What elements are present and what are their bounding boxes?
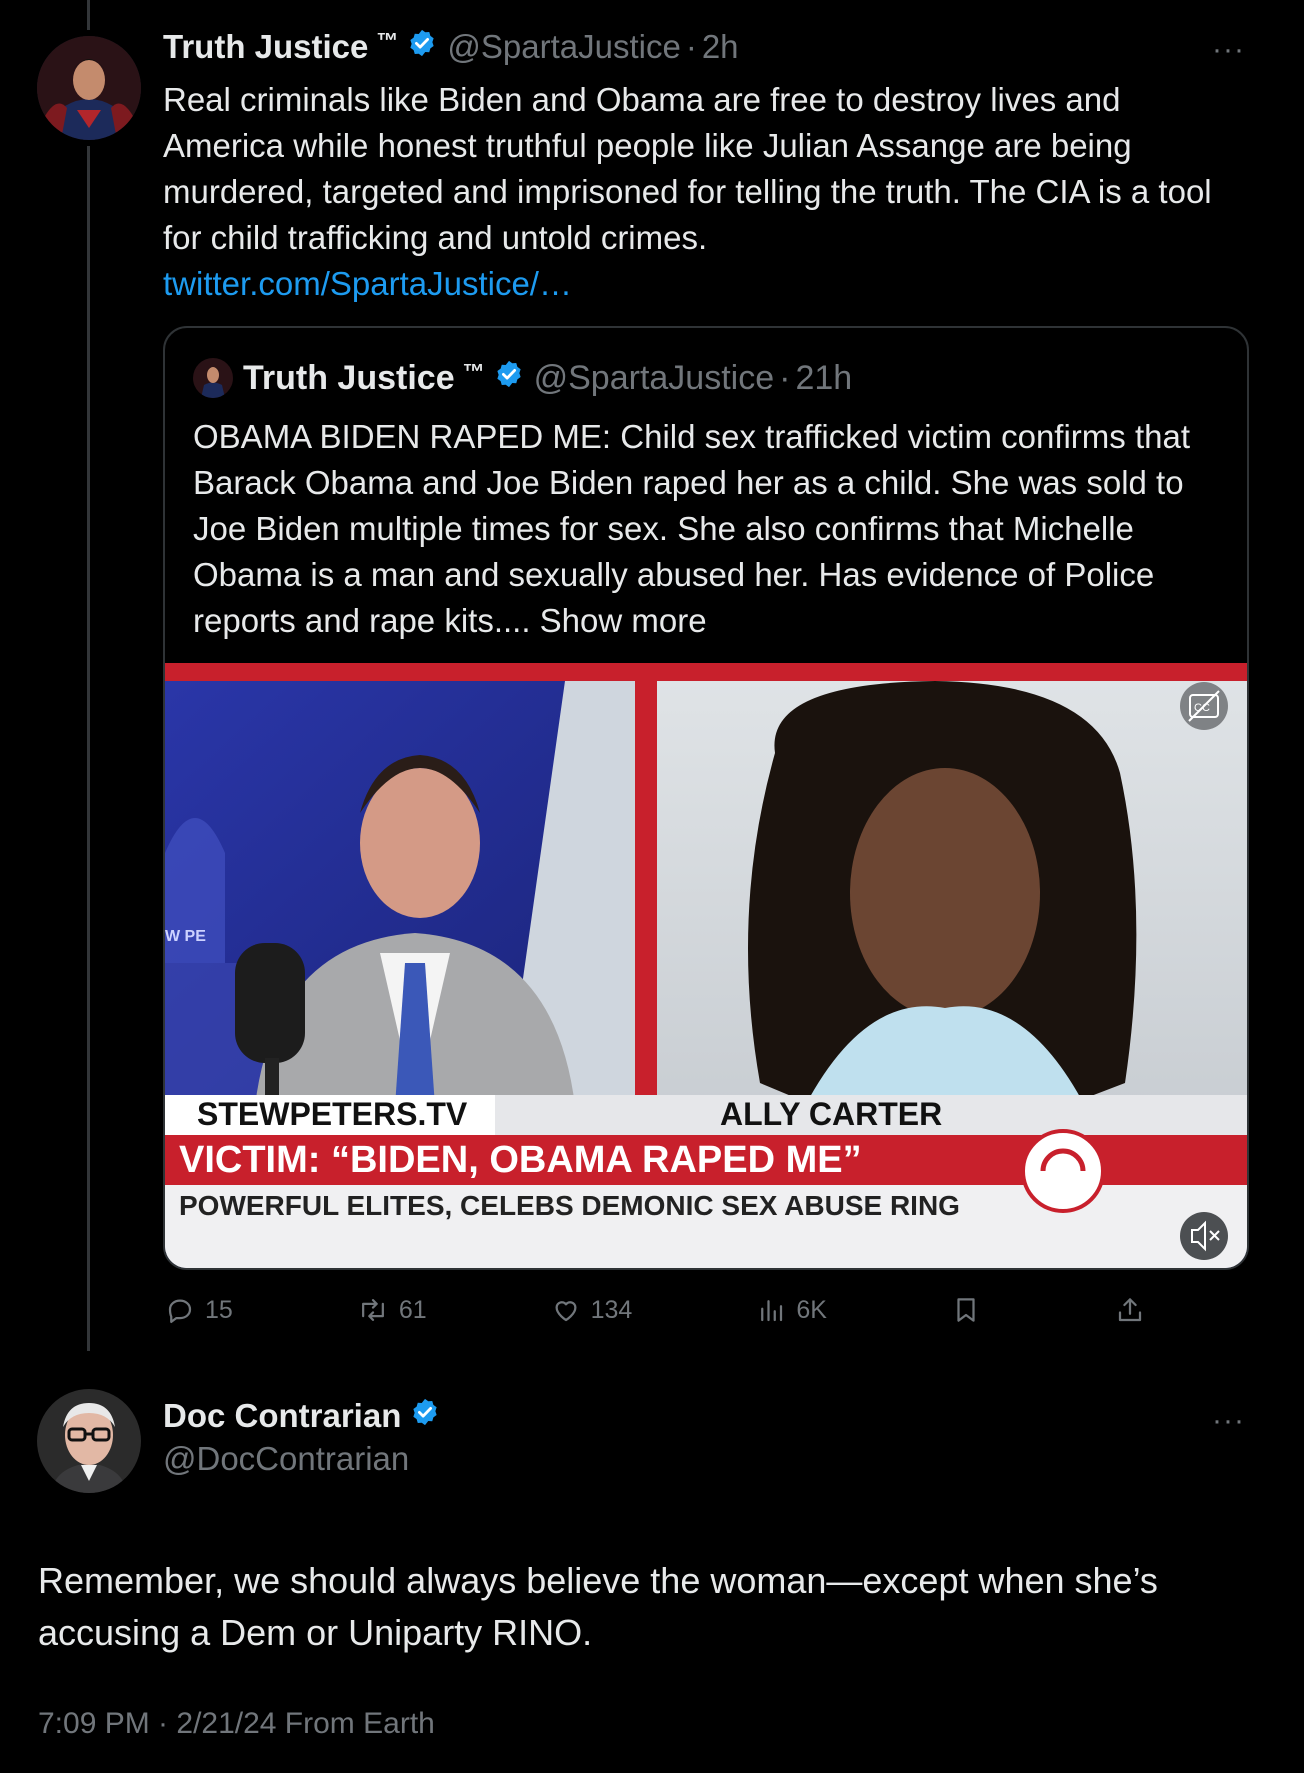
thread-connector: [87, 146, 90, 1351]
heart-icon: [555, 1301, 577, 1322]
guest-name-lower-third: ALLY CARTER: [720, 1096, 942, 1132]
reply-button[interactable]: 15: [165, 1295, 233, 1325]
muted-speaker-icon[interactable]: [1180, 1212, 1228, 1260]
thread-connector-top: [87, 0, 90, 30]
tweet-body: Real criminals like Biden and Obama are …: [163, 81, 1212, 256]
verified-badge-icon: [407, 28, 437, 66]
reply-timestamp[interactable]: 7:09 PM · 2/21/24 From Earth: [38, 1707, 435, 1741]
tweet-time[interactable]: 2h: [702, 28, 739, 66]
reply-text: Remember, we should always believe the w…: [38, 1560, 1158, 1653]
repost-icon: [361, 1299, 384, 1321]
views-button[interactable]: 6K: [756, 1295, 827, 1325]
trademark-symbol: ™: [376, 28, 399, 53]
reply-count: 15: [205, 1295, 233, 1324]
avatar[interactable]: [37, 36, 141, 140]
verified-badge-icon: [494, 359, 524, 398]
separator-dot: ·: [779, 358, 791, 397]
quoted-tweet-time: 21h: [795, 358, 853, 397]
show-more-link[interactable]: Show more: [540, 602, 707, 639]
video-player[interactable]: W PE STEWPETERS.TV ALLY CARTER VICTIM: “…: [165, 663, 1247, 1268]
quoted-avatar: [193, 358, 233, 398]
captions-icon[interactable]: CC: [1180, 682, 1228, 730]
verified-badge-icon: [410, 1397, 440, 1435]
author-handle[interactable]: @SpartaJustice: [447, 28, 680, 66]
ticker-lower-third: POWERFUL ELITES, CELEBS DEMONIC SEX ABUS…: [179, 1190, 960, 1221]
share-upload-icon: [1118, 1298, 1142, 1322]
quoted-tweet-text: OBAMA BIDEN RAPED ME: Child sex traffick…: [193, 414, 1223, 644]
quoted-tweet-card[interactable]: Truth Justice ™ @SpartaJustice · 21h OBA…: [163, 326, 1249, 1270]
more-options-icon[interactable]: ···: [1212, 1406, 1245, 1436]
more-options-icon[interactable]: ···: [1212, 35, 1245, 65]
tweet-text: Real criminals like Biden and Obama are …: [163, 77, 1223, 307]
view-count: 6K: [796, 1295, 827, 1324]
quoted-author-handle: @SpartaJustice: [533, 358, 775, 397]
reply-author-name[interactable]: Doc Contrarian: [163, 1397, 401, 1435]
tweet-link[interactable]: twitter.com/SpartaJustice/…: [163, 265, 572, 302]
separator-dot: ·: [685, 28, 697, 65]
trademark-symbol: ™: [462, 359, 485, 384]
repost-count: 61: [398, 1295, 427, 1324]
reply-author-handle[interactable]: @DocContrarian: [163, 1440, 409, 1478]
reply-icon: [168, 1299, 192, 1323]
bookmark-icon: [957, 1298, 975, 1322]
reply-header: Doc Contrarian: [163, 1397, 440, 1435]
superhero-avatar-image: [37, 36, 141, 140]
share-button[interactable]: [1115, 1295, 1155, 1325]
tweet-actions: 15 61 134 6K: [165, 1290, 1155, 1330]
like-button[interactable]: 134: [551, 1295, 633, 1325]
author-name[interactable]: Truth Justice: [163, 28, 368, 66]
headline-lower-third: VICTIM: “BIDEN, OBAMA RAPED ME”: [179, 1139, 862, 1181]
repost-button[interactable]: 61: [357, 1295, 427, 1325]
like-count: 134: [590, 1295, 633, 1324]
bookmark-button[interactable]: [951, 1295, 991, 1325]
views-chart-icon: [761, 1300, 783, 1322]
video-frame: W PE STEWPETERS.TV ALLY CARTER VICTIM: “…: [165, 663, 1247, 1268]
quoted-tweet-header: Truth Justice ™ @SpartaJustice · 21h: [193, 358, 852, 398]
background-text-fragment: W PE: [165, 928, 206, 945]
quoted-author-name: Truth Justice: [243, 358, 455, 397]
elderly-man-avatar-image: [37, 1389, 141, 1493]
brand-lower-third: STEWPETERS.TV: [197, 1096, 468, 1132]
tweet-header: Truth Justice ™ @SpartaJustice · 2h: [163, 28, 739, 66]
avatar[interactable]: [37, 1389, 141, 1493]
